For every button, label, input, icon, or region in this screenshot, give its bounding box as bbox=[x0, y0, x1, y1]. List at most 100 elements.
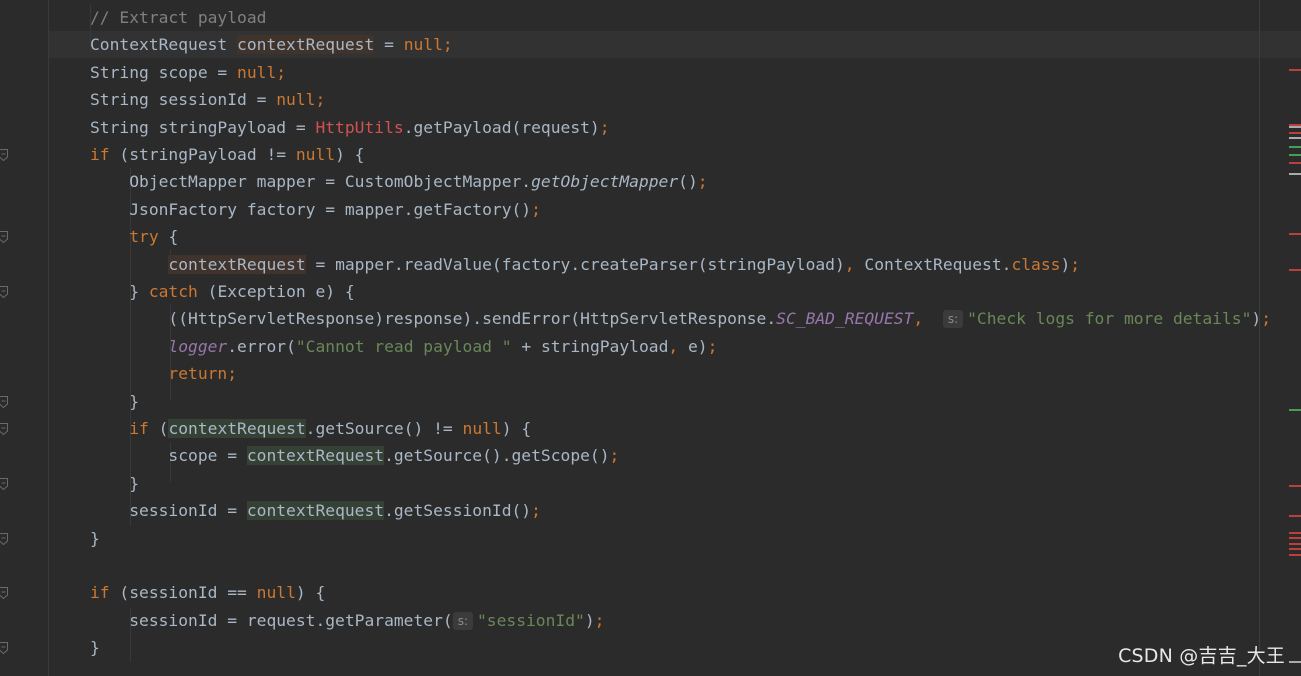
fold-marker-icon[interactable] bbox=[0, 395, 8, 408]
code-token: SC_BAD_REQUEST bbox=[776, 309, 914, 329]
code-line[interactable]: try { bbox=[90, 223, 178, 250]
code-token: contextRequest bbox=[237, 35, 375, 55]
fold-marker-icon[interactable] bbox=[0, 477, 8, 490]
stripe-mark-error[interactable] bbox=[1289, 485, 1301, 488]
stripe-mark-ok[interactable] bbox=[1289, 145, 1301, 148]
editor-gutter[interactable] bbox=[0, 0, 49, 676]
stripe-mark-error[interactable] bbox=[1289, 131, 1301, 134]
stripe-mark-info[interactable] bbox=[1289, 172, 1301, 175]
stripe-mark-error[interactable] bbox=[1289, 68, 1301, 71]
code-token: "sessionId" bbox=[476, 610, 585, 630]
fold-marker-icon[interactable] bbox=[0, 149, 8, 161]
code-token: contextRequest bbox=[168, 254, 306, 274]
code-token: catch bbox=[148, 282, 198, 301]
stripe-mark-error[interactable] bbox=[1289, 123, 1301, 126]
code-line[interactable]: } catch (Exception e) { bbox=[90, 278, 355, 305]
code-token: String scope = bbox=[90, 62, 238, 82]
code-line[interactable]: // Extract payload bbox=[90, 4, 266, 31]
code-token: ; bbox=[276, 62, 287, 82]
code-token: ; bbox=[315, 90, 326, 110]
code-line[interactable]: if (contextRequest.getSource() != null) … bbox=[90, 415, 531, 442]
stripe-mark-error[interactable] bbox=[1289, 537, 1301, 540]
code-token: .getSource().getScope() bbox=[384, 446, 610, 466]
stripe-mark-ok[interactable] bbox=[1289, 408, 1301, 411]
fold-marker-icon[interactable] bbox=[0, 532, 8, 545]
fold-marker-icon[interactable] bbox=[0, 231, 8, 244]
fold-marker-icon[interactable] bbox=[0, 587, 8, 600]
code-token: sessionId = bbox=[90, 501, 247, 521]
code-line[interactable]: } bbox=[90, 388, 139, 415]
stripe-mark-error[interactable] bbox=[1289, 161, 1301, 164]
code-token: String stringPayload = bbox=[90, 117, 316, 137]
code-line[interactable]: if (sessionId == null) { bbox=[90, 579, 325, 606]
error-stripe[interactable] bbox=[1287, 0, 1301, 676]
code-line[interactable]: String sessionId = null; bbox=[90, 86, 325, 113]
code-token: if bbox=[129, 419, 149, 438]
code-token: null bbox=[256, 583, 296, 603]
code-line[interactable]: JsonFactory factory = mapper.getFactory(… bbox=[90, 196, 541, 223]
code-token: ) bbox=[1060, 254, 1071, 274]
code-token: ) { bbox=[295, 583, 326, 603]
code-token: ) bbox=[584, 610, 595, 630]
fold-marker-icon[interactable] bbox=[0, 423, 8, 435]
code-line[interactable]: ((HttpServletResponse)response).sendErro… bbox=[90, 305, 1271, 332]
code-token: ) { bbox=[335, 145, 365, 164]
code-line[interactable]: sessionId = contextRequest.getSessionId(… bbox=[90, 497, 541, 524]
code-token: if bbox=[90, 145, 110, 164]
code-token: null bbox=[237, 62, 277, 82]
code-editor[interactable]: // Extract payload ContextRequest context… bbox=[49, 0, 1301, 676]
code-token: , bbox=[844, 254, 855, 274]
code-token: } bbox=[90, 391, 140, 411]
code-line[interactable]: ContextRequest contextRequest = null; bbox=[90, 31, 453, 58]
code-line[interactable]: scope = contextRequest.getSource().getSc… bbox=[90, 442, 619, 469]
code-line[interactable]: } bbox=[90, 634, 100, 661]
stripe-mark-info[interactable] bbox=[1289, 126, 1301, 129]
code-token: ; bbox=[531, 199, 541, 219]
code-line[interactable]: String stringPayload = HttpUtils.getPayl… bbox=[90, 114, 610, 141]
code-token: sessionId = request.getParameter( bbox=[90, 610, 453, 630]
code-line[interactable]: sessionId = request.getParameter(s: "sess… bbox=[90, 607, 604, 634]
stripe-mark-info[interactable] bbox=[1289, 660, 1301, 663]
code-token: (Exception e) { bbox=[197, 282, 355, 301]
stripe-mark-error[interactable] bbox=[1289, 553, 1301, 556]
code-line[interactable]: contextRequest = mapper.readValue(factor… bbox=[90, 251, 1080, 278]
code-token: = bbox=[374, 35, 404, 55]
code-token: (sessionId == bbox=[109, 583, 257, 603]
code-token: return; bbox=[168, 364, 238, 384]
code-token: ( bbox=[148, 419, 169, 438]
code-token: "Check logs for more details" bbox=[967, 309, 1252, 329]
code-line[interactable]: ObjectMapper mapper = CustomObjectMapper… bbox=[90, 168, 707, 195]
code-line[interactable]: logger.error("Cannot read payload " + st… bbox=[90, 333, 717, 360]
code-token: ; bbox=[1261, 309, 1271, 329]
stripe-mark-error[interactable] bbox=[1289, 531, 1301, 534]
code-token: ContextRequest bbox=[90, 35, 238, 55]
code-line[interactable]: return; bbox=[90, 360, 237, 387]
code-token: if bbox=[90, 583, 110, 603]
fold-marker-icon[interactable] bbox=[0, 642, 8, 655]
code-token: // Extract payload bbox=[90, 8, 267, 27]
fold-marker-icon[interactable] bbox=[0, 286, 8, 298]
code-token: ) { bbox=[501, 419, 532, 438]
code-token: ContextRequest. bbox=[854, 254, 1012, 274]
code-token: = mapper.readValue(factory.createParser(… bbox=[305, 254, 845, 274]
code-line[interactable]: if (stringPayload != null) { bbox=[90, 141, 365, 168]
stripe-mark-error[interactable] bbox=[1289, 515, 1301, 518]
stripe-mark-ok[interactable] bbox=[1289, 153, 1301, 156]
stripe-mark-error[interactable] bbox=[1289, 542, 1301, 545]
code-line[interactable]: String scope = null; bbox=[90, 59, 286, 86]
code-token: null bbox=[295, 145, 336, 164]
parameter-hint: s: bbox=[452, 611, 473, 630]
stripe-mark-info[interactable] bbox=[1289, 137, 1301, 140]
code-token: ((HttpServletResponse)response).sendErro… bbox=[90, 309, 777, 329]
stripe-mark-error[interactable] bbox=[1289, 233, 1301, 236]
code-line[interactable]: } bbox=[90, 470, 139, 497]
code-token: logger bbox=[168, 336, 228, 356]
code-line[interactable]: } bbox=[90, 525, 100, 552]
code-token: + stringPayload bbox=[511, 336, 669, 356]
stripe-mark-error[interactable] bbox=[1289, 548, 1301, 551]
code-token: contextRequest bbox=[168, 419, 306, 438]
stripe-mark-error[interactable] bbox=[1289, 268, 1301, 271]
